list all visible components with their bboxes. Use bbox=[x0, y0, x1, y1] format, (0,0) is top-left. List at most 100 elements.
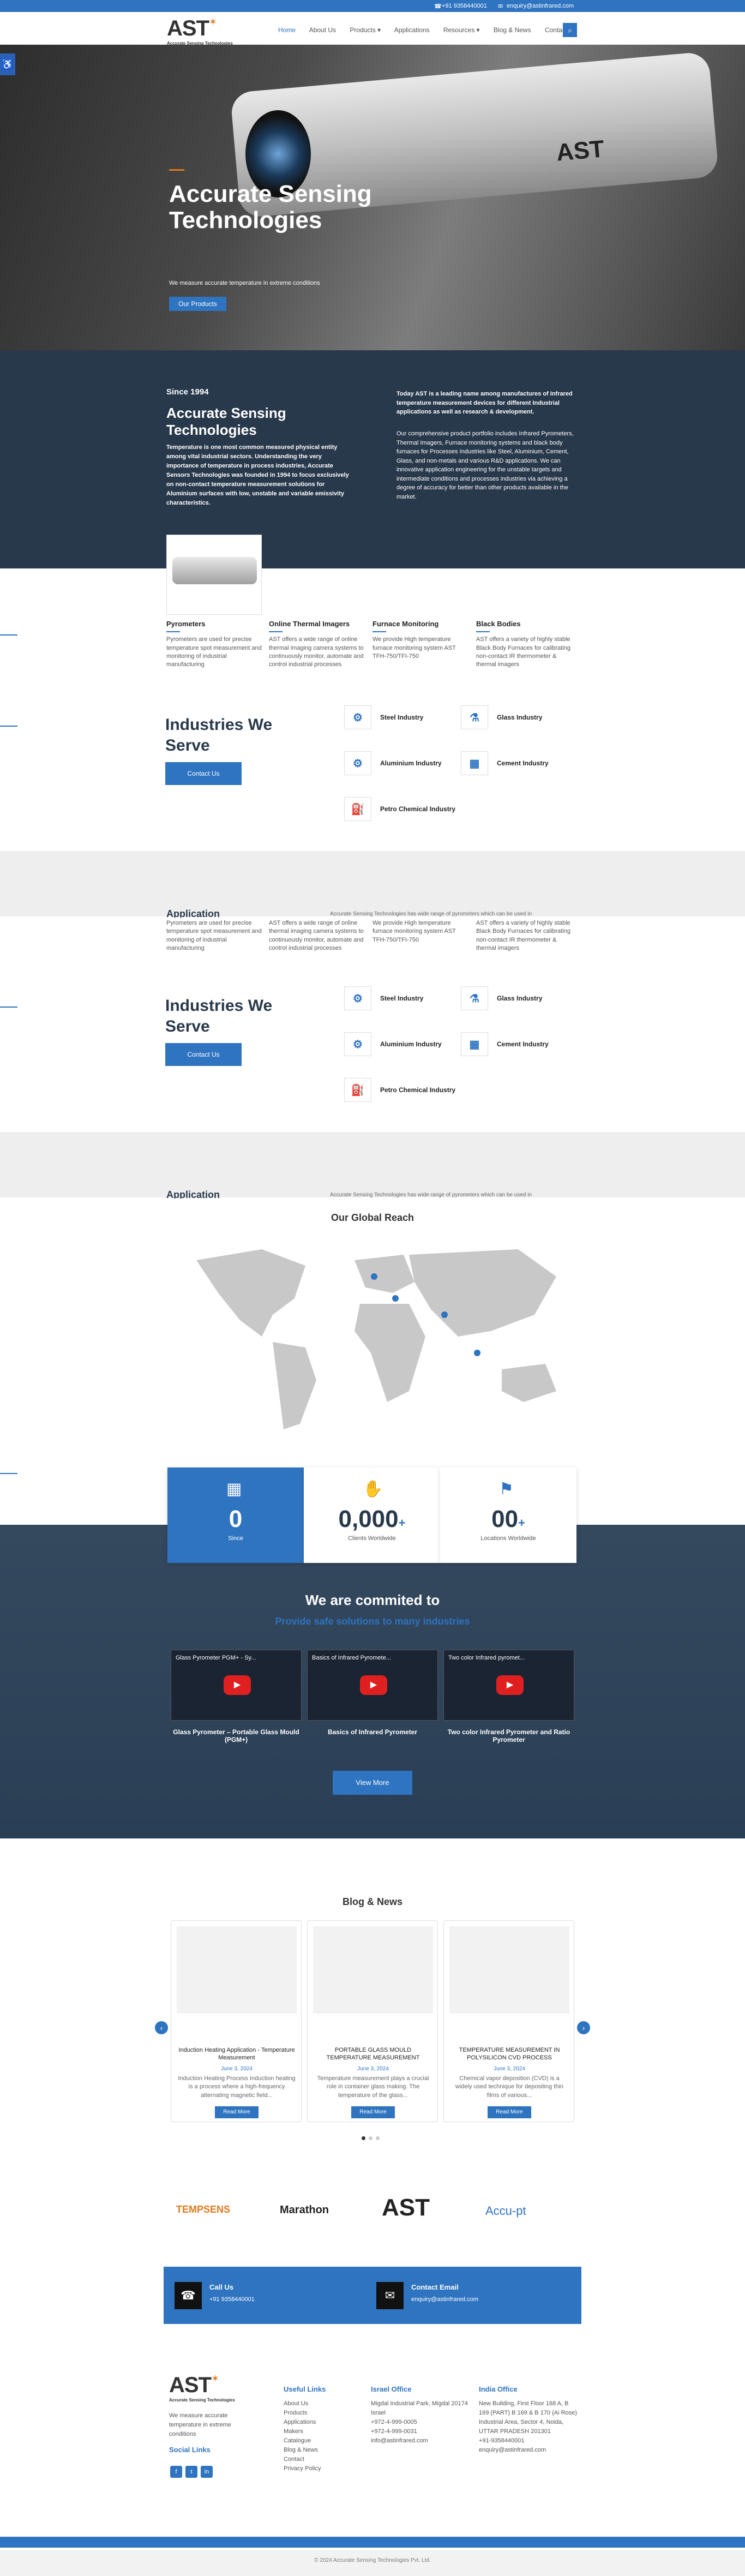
about-since: Since 1994 bbox=[166, 387, 209, 397]
blog-card-title[interactable]: TEMPERATURE MEASUREMENT IN POLYSILICON C… bbox=[450, 2046, 568, 2062]
topbar-email[interactable]: enquiry@astinfrared.com bbox=[507, 3, 574, 9]
partner-marathon[interactable]: Marathon bbox=[280, 2204, 329, 2216]
industry-petro-dup[interactable]: ⛽ Petro Chemical Industry bbox=[344, 1078, 455, 1102]
nav-applications[interactable]: Applications bbox=[394, 26, 430, 34]
global-reach-title: Our Global Reach bbox=[331, 1212, 414, 1223]
email-value[interactable]: enquiry@astinfrared.com bbox=[411, 2296, 478, 2303]
footer-link[interactable]: About Us bbox=[284, 2399, 365, 2409]
steel-icon: ⚙ bbox=[344, 986, 371, 1010]
nav-about[interactable]: About Us bbox=[309, 26, 336, 34]
social-title: Social Links bbox=[169, 2446, 211, 2454]
nav-home[interactable]: Home bbox=[278, 26, 296, 34]
product-pyrometers[interactable]: Pyrometers Pyrometers are used for preci… bbox=[166, 619, 265, 669]
our-products-button[interactable]: Our Products bbox=[169, 297, 226, 311]
twitter-icon[interactable]: t bbox=[185, 2466, 197, 2478]
israel-phone2[interactable]: +972-4-999-0031 bbox=[371, 2427, 469, 2436]
video-basics-pyrometer[interactable]: Basics of Infrared Pyromete... ▶ bbox=[307, 1650, 438, 1721]
product-name: Pyrometers bbox=[166, 620, 206, 628]
industry-cement[interactable]: ▦ Cement Industry bbox=[461, 751, 549, 775]
partner-accupt[interactable]: Accu-pt bbox=[485, 2204, 526, 2218]
play-icon[interactable]: ▶ bbox=[496, 1675, 524, 1695]
site-logo[interactable]: AST✶ Accurate Sensing Technologies bbox=[167, 16, 233, 46]
footer-link[interactable]: Products bbox=[284, 2409, 365, 2418]
product-black-bodies-dup[interactable]: AST offers a variety of highly stable Bl… bbox=[476, 919, 574, 953]
application-band bbox=[0, 851, 745, 916]
side-marker bbox=[0, 726, 17, 727]
map-europe bbox=[355, 1255, 414, 1293]
contact-us-button[interactable]: Contact Us bbox=[165, 762, 242, 785]
product-text: Pyrometers are used for precise temperat… bbox=[166, 920, 262, 952]
industry-steel[interactable]: ⚙ Steel Industry bbox=[344, 705, 423, 729]
product-underline bbox=[372, 631, 386, 633]
footer-link[interactable]: Applications bbox=[284, 2418, 365, 2427]
video-two-color[interactable]: Two color Infrared pyromet... ▶ bbox=[443, 1650, 574, 1721]
committed-subtitle: Provide safe solutions to many industrie… bbox=[275, 1616, 470, 1627]
stat-locations: ⚑ 00+ Locations Worldwide bbox=[440, 1467, 576, 1563]
industry-glass-dup[interactable]: ⚗ Glass Industry bbox=[461, 986, 542, 1010]
footer-logo[interactable]: AST✶ Accurate Sensing Technologies bbox=[169, 2373, 235, 2403]
about-text: Temperature is one most common measured … bbox=[166, 444, 349, 507]
read-more-button[interactable]: Read More bbox=[351, 2106, 395, 2118]
industry-cement-dup[interactable]: ▦ Cement Industry bbox=[461, 1032, 549, 1056]
industry-aluminium[interactable]: ⚙ Aluminium Industry bbox=[344, 751, 442, 775]
blog-card-title[interactable]: PORTABLE GLASS MOULD TEMPERATURE MEASURE… bbox=[314, 2046, 432, 2062]
blog-card[interactable]: TEMPERATURE MEASUREMENT IN POLYSILICON C… bbox=[443, 1920, 574, 2122]
video-caption[interactable]: Two color Infrared Pyrometer and Ratio P… bbox=[443, 1728, 574, 1744]
nav-products[interactable]: Products ▾ bbox=[350, 26, 381, 34]
footer-link[interactable]: Contact bbox=[284, 2455, 365, 2464]
read-more-button[interactable]: Read More bbox=[488, 2106, 531, 2118]
topbar-phone[interactable]: +91 9358440001 bbox=[442, 3, 487, 9]
play-icon[interactable]: ▶ bbox=[360, 1675, 387, 1695]
carousel-dot[interactable] bbox=[362, 2136, 365, 2140]
israel-phone[interactable]: +972-4-999-0005 bbox=[371, 2418, 469, 2427]
blog-card-date: June 3, 2024 bbox=[357, 2066, 389, 2072]
partner-ast[interactable]: AST bbox=[382, 2194, 430, 2221]
carousel-prev-icon[interactable]: ‹ bbox=[155, 2021, 168, 2034]
about-section: Since 1994 Accurate Sensing Technologies… bbox=[0, 350, 745, 568]
linkedin-icon[interactable]: in bbox=[201, 2466, 213, 2478]
blog-card[interactable]: PORTABLE GLASS MOULD TEMPERATURE MEASURE… bbox=[307, 1920, 438, 2122]
video-caption[interactable]: Glass Pyrometer – Portable Glass Mould (… bbox=[171, 1728, 302, 1744]
call-value[interactable]: +91 9358440001 bbox=[209, 2296, 255, 2303]
product-thermal-imagers[interactable]: Online Thermal Imagers AST offers a wide… bbox=[269, 619, 367, 669]
product-pyrometers-dup[interactable]: Pyrometers are used for precise temperat… bbox=[166, 919, 265, 953]
video-caption[interactable]: Basics of Infrared Pyrometer bbox=[307, 1728, 438, 1736]
nav-resources[interactable]: Resources ▾ bbox=[443, 26, 480, 34]
india-phone[interactable]: +91-9358440001 bbox=[479, 2436, 580, 2446]
video-glass-pyrometer[interactable]: Glass Pyrometer PGM+ - Sy... ▶ bbox=[171, 1650, 302, 1721]
blog-card-title[interactable]: Induction Heating Application - Temperat… bbox=[178, 2046, 296, 2062]
play-icon[interactable]: ▶ bbox=[224, 1675, 251, 1695]
product-furnace-monitoring[interactable]: Furnace Monitoring We provide High tempe… bbox=[372, 619, 471, 661]
footer-link[interactable]: Blog & News bbox=[284, 2446, 365, 2455]
product-furnace-dup[interactable]: We provide High temperature furnace moni… bbox=[372, 919, 471, 944]
blog-card[interactable]: Induction Heating Application - Temperat… bbox=[171, 1920, 302, 2122]
product-name: Furnace Monitoring bbox=[372, 620, 439, 628]
cement-icon: ▦ bbox=[461, 1032, 488, 1056]
search-button[interactable]: ⌕ bbox=[563, 23, 577, 37]
carousel-dot[interactable] bbox=[376, 2136, 380, 2140]
pyrometer-image[interactable] bbox=[166, 535, 262, 615]
stat-number: 0 bbox=[229, 1506, 243, 1532]
israel-email[interactable]: info@astinfrared.com bbox=[371, 2436, 469, 2446]
india-email[interactable]: enquiry@astinfrared.com bbox=[479, 2446, 580, 2455]
footer-link[interactable]: Catalogue bbox=[284, 2436, 365, 2446]
nav-blog[interactable]: Blog & News bbox=[494, 26, 531, 34]
accessibility-icon[interactable]: ♿ bbox=[0, 53, 15, 75]
partner-tempsens[interactable]: TEMPSENS bbox=[176, 2204, 230, 2215]
footer-link[interactable]: Makers bbox=[284, 2427, 365, 2436]
industry-aluminium-dup[interactable]: ⚙ Aluminium Industry bbox=[344, 1032, 442, 1056]
product-thermal-imagers-dup[interactable]: AST offers a wide range of online therma… bbox=[269, 919, 367, 953]
contact-us-button-dup[interactable]: Contact Us bbox=[165, 1043, 242, 1066]
footer-link[interactable]: Privacy Policy bbox=[284, 2464, 365, 2473]
carousel-next-icon[interactable]: › bbox=[577, 2021, 590, 2034]
carousel-dot[interactable] bbox=[369, 2136, 372, 2140]
facebook-icon[interactable]: f bbox=[170, 2466, 182, 2478]
industry-glass[interactable]: ⚗ Glass Industry bbox=[461, 705, 542, 729]
industry-petro[interactable]: ⛽ Petro Chemical Industry bbox=[344, 797, 455, 821]
product-black-bodies[interactable]: Black Bodies AST offers a variety of hig… bbox=[476, 619, 574, 669]
read-more-button[interactable]: Read More bbox=[215, 2106, 259, 2118]
map-south-america bbox=[273, 1342, 316, 1429]
industry-steel-dup[interactable]: ⚙ Steel Industry bbox=[344, 986, 423, 1010]
view-more-button[interactable]: View More bbox=[333, 1771, 412, 1795]
contact-bar: ☎ Call Us +91 9358440001 ✉ Contact Email… bbox=[164, 2267, 581, 2324]
